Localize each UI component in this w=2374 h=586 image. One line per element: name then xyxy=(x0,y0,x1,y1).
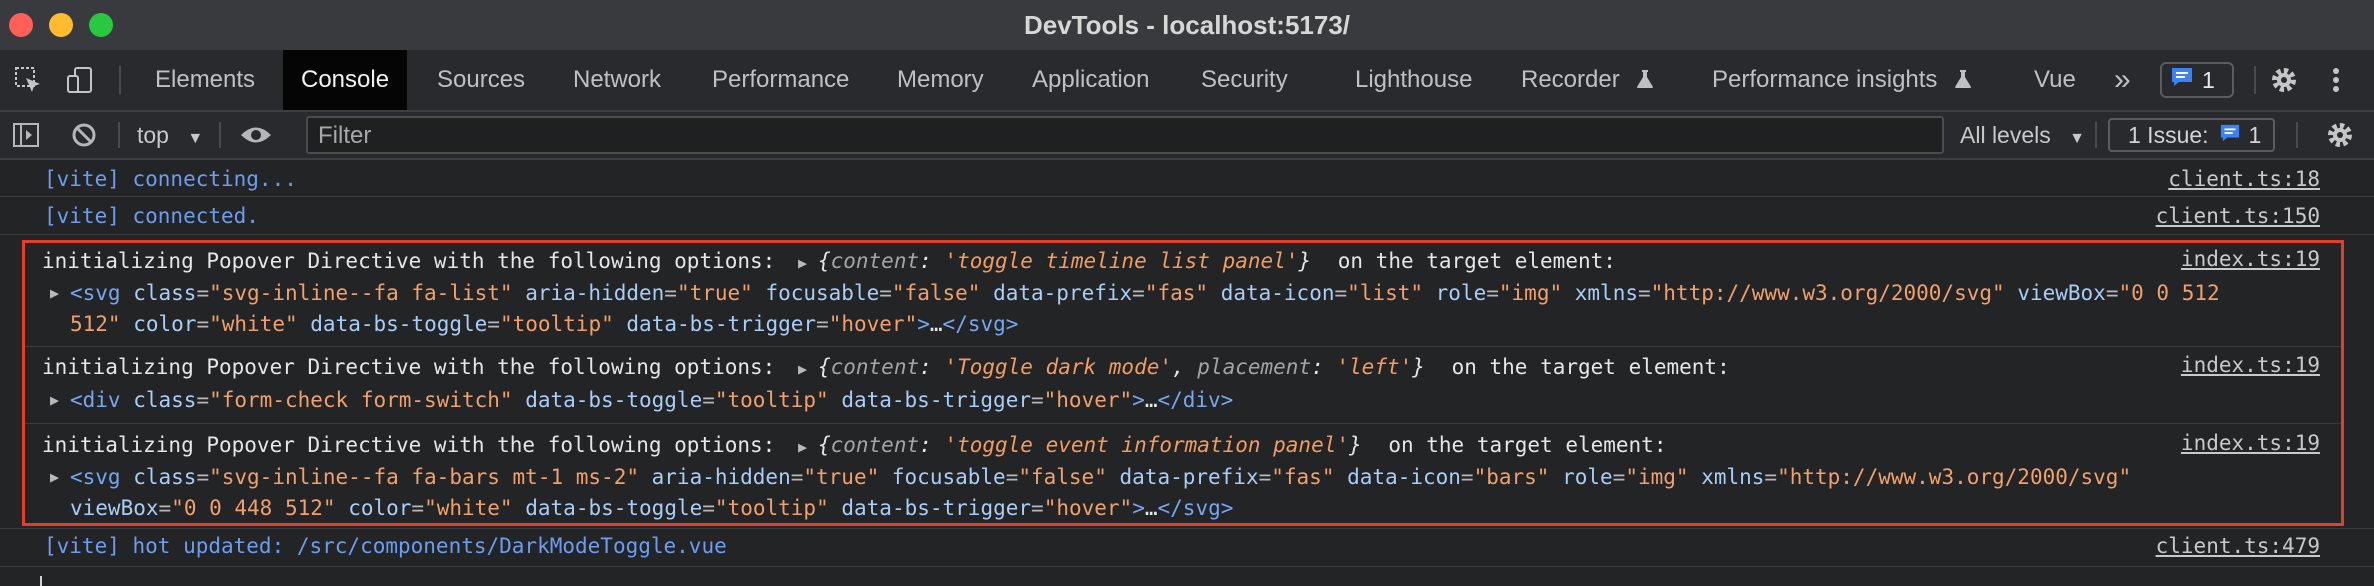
row-divider xyxy=(0,234,2374,235)
tab-security[interactable]: Security xyxy=(1201,50,1288,110)
source-link[interactable]: client.ts:18 xyxy=(2168,167,2320,191)
tabbar-divider xyxy=(119,66,121,94)
caret-down-icon: ▼ xyxy=(2069,130,2085,147)
issues-button[interactable]: 1 Issue: 1 xyxy=(2108,118,2275,152)
window-title: DevTools - localhost:5173/ xyxy=(1023,10,1351,40)
filter-box xyxy=(306,116,1944,154)
settings-gear-icon[interactable] xyxy=(2266,50,2302,110)
flask-icon xyxy=(1636,52,1654,112)
show-sidebar-icon[interactable] xyxy=(8,112,44,158)
tab-network[interactable]: Network xyxy=(573,50,661,110)
highlight-annotation-box xyxy=(22,240,2344,526)
console-output: [vite] connecting... client.ts:18 [vite]… xyxy=(0,160,2374,586)
toolbar-divider xyxy=(219,122,221,148)
clear-console-icon[interactable] xyxy=(66,112,102,158)
message-count: 1 xyxy=(2202,66,2215,93)
console-messages-badge[interactable]: 1 xyxy=(2160,62,2234,98)
console-settings-gear-icon[interactable] xyxy=(2322,112,2358,158)
tab-application[interactable]: Application xyxy=(1032,50,1149,110)
message-text: [vite] connecting... xyxy=(44,167,297,191)
context-selector[interactable]: top ▼ xyxy=(137,112,203,158)
console-prompt-caret[interactable] xyxy=(40,576,42,586)
source-link[interactable]: client.ts:150 xyxy=(2156,204,2320,228)
source-link[interactable]: client.ts:479 xyxy=(2156,534,2320,558)
tab-performance[interactable]: Performance xyxy=(712,50,849,110)
message-text: [vite] connected. xyxy=(44,204,259,228)
inspect-element-icon[interactable] xyxy=(10,50,46,110)
toolbar-divider xyxy=(2296,122,2298,148)
tab-lighthouse[interactable]: Lighthouse xyxy=(1355,50,1472,110)
tab-recorder[interactable]: Recorder xyxy=(1521,50,1654,110)
issues-label: 1 Issue: xyxy=(2128,121,2209,148)
tab-recorder-label: Recorder xyxy=(1521,66,1620,93)
tab-memory[interactable]: Memory xyxy=(897,50,984,110)
message-icon xyxy=(2170,66,2194,94)
context-selector-value: top xyxy=(137,122,169,148)
device-toolbar-icon[interactable] xyxy=(62,50,98,110)
devtools-tabbar: Elements Console Sources Network Perform… xyxy=(0,50,2374,112)
tab-elements[interactable]: Elements xyxy=(155,50,255,110)
row-divider xyxy=(0,566,2374,567)
console-toolbar: top ▼ All levels ▼ 1 Issue: 1 xyxy=(0,112,2374,160)
filter-input[interactable] xyxy=(316,118,1920,154)
more-tabs-button[interactable]: » xyxy=(2114,50,2131,110)
message-text: [vite] hot updated: /src/components/Dark… xyxy=(44,534,727,558)
tab-performance-insights[interactable]: Performance insights xyxy=(1712,50,1972,110)
console-message: [vite] connecting... client.ts:18 xyxy=(0,160,2374,196)
tab-console[interactable]: Console xyxy=(283,50,408,110)
console-message: [vite] hot updated: /src/components/Dark… xyxy=(0,529,2374,565)
toolbar-divider xyxy=(118,122,120,148)
console-message: [vite] connected. client.ts:150 xyxy=(0,197,2374,233)
issues-count: 1 xyxy=(2248,121,2262,148)
window-titlebar: DevTools - localhost:5173/ xyxy=(0,0,2374,50)
message-icon xyxy=(2219,122,2241,149)
toolbar-divider xyxy=(2095,122,2097,148)
flask-icon xyxy=(1954,52,1972,112)
tabbar-divider xyxy=(2254,66,2256,94)
log-levels-value: All levels xyxy=(1960,122,2051,148)
tab-vue[interactable]: Vue xyxy=(2034,50,2076,110)
tab-performance-insights-label: Performance insights xyxy=(1712,66,1938,93)
caret-down-icon: ▼ xyxy=(187,130,204,147)
eye-icon[interactable] xyxy=(236,112,276,158)
tab-sources[interactable]: Sources xyxy=(437,50,525,110)
log-levels-dropdown[interactable]: All levels ▼ xyxy=(1960,112,2085,158)
more-options-icon[interactable] xyxy=(2318,50,2354,110)
